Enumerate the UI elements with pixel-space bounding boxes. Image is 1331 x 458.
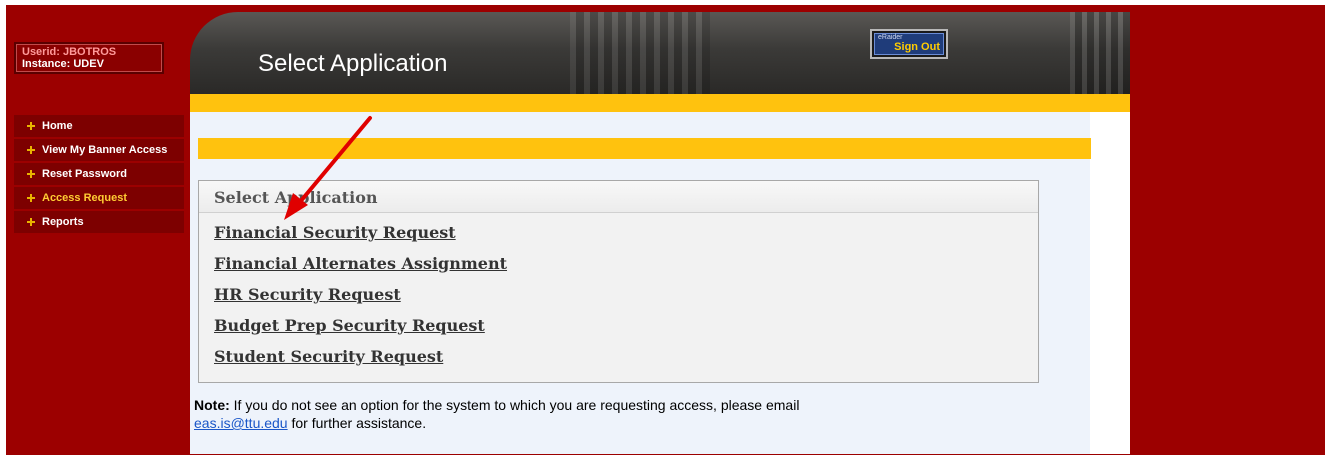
plus-icon [26,145,36,155]
sidebar-item-label: View My Banner Access [42,144,168,156]
financial-alternates-assignment-link[interactable]: Financial Alternates Assignment [214,248,1038,279]
main-content: Select Application Financial Security Re… [190,112,1130,454]
sidebar-item-label: Reports [42,216,84,228]
help-note: Note: If you do not see an option for th… [194,396,894,432]
userid-label: Userid: [22,46,60,58]
sidebar-item-label: Reset Password [42,168,127,180]
gold-divider-bar [198,138,1091,159]
plus-icon [26,121,36,131]
instance-value: UDEV [73,58,104,70]
plus-icon [26,193,36,203]
note-label: Note: [194,397,230,413]
support-email-link[interactable]: eas.is@ttu.edu [194,415,288,431]
plus-icon [26,217,36,227]
userid-line: Userid: JBOTROS [22,46,162,58]
user-info-box: Userid: JBOTROS Instance: UDEV [14,42,164,74]
student-security-request-link[interactable]: Student Security Request [214,341,1038,372]
sidebar-item-reset-password[interactable]: Reset Password [14,163,184,185]
page-title: Select Application [258,50,448,77]
content-panel: Select Application Financial Security Re… [190,112,1091,454]
application-list: Financial Security Request Financial Alt… [199,213,1038,372]
sidebar-item-label: Home [42,120,73,132]
sidebar-item-label: Access Request [42,192,127,204]
plus-icon [26,169,36,179]
header-banner: Select Application eRaider Sign Out [190,12,1130,94]
instance-label: Instance: [22,58,71,70]
panel-title: Select Application [199,181,1038,213]
select-application-panel: Select Application Financial Security Re… [198,180,1039,383]
sidebar-item-view-my-banner-access[interactable]: View My Banner Access [14,139,184,161]
note-text: If you do not see an option for the syst… [229,397,800,413]
sign-out-label: Sign Out [894,41,940,53]
sidebar-item-reports[interactable]: Reports [14,211,184,233]
note-text-after: for further assistance. [287,415,427,431]
budget-prep-security-request-link[interactable]: Budget Prep Security Request [214,310,1038,341]
header-gold-strip [190,94,1130,112]
instance-line: Instance: UDEV [22,58,162,70]
sidebar-item-home[interactable]: Home [14,115,184,137]
eraider-label: eRaider [878,34,903,41]
userid-value: JBOTROS [62,46,117,58]
sidebar-nav: Home View My Banner Access Reset Passwor… [14,115,184,235]
financial-security-request-link[interactable]: Financial Security Request [214,217,1038,248]
hr-security-request-link[interactable]: HR Security Request [214,279,1038,310]
sidebar-item-access-request[interactable]: Access Request [14,187,184,209]
sign-out-button[interactable]: eRaider Sign Out [870,29,948,59]
sign-out-button-face: eRaider Sign Out [874,33,944,55]
